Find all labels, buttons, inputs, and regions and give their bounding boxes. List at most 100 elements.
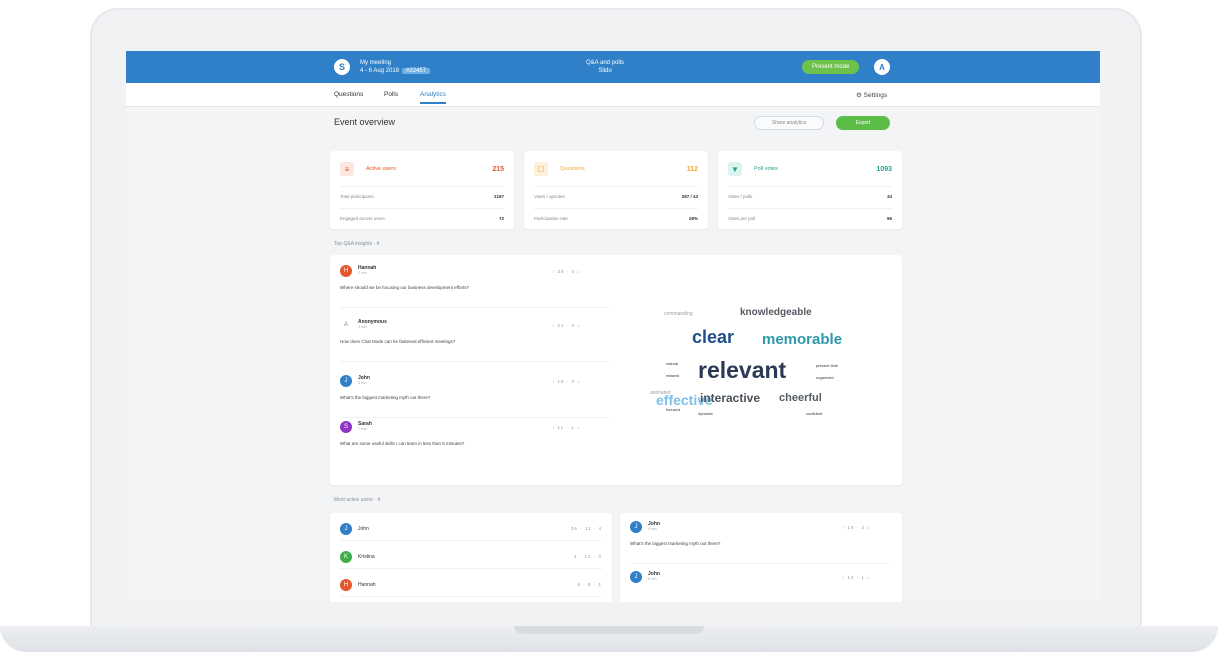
question-time: 6 min: [648, 577, 657, 581]
avatar: K: [340, 551, 352, 563]
divider: [340, 417, 610, 418]
word-cloud-term: clear: [692, 327, 735, 347]
card-total: 215: [492, 165, 504, 173]
word-cloud-term: confident: [806, 411, 823, 416]
question-stats: ↑ 21 · 4 ⌂: [552, 323, 581, 328]
event-name: My meeting: [360, 60, 392, 66]
card-title: Questions: [560, 166, 585, 172]
question-time: 4 min: [358, 325, 367, 329]
word-cloud-term: present time: [816, 363, 839, 368]
user-stats: 4 · 12 · 0: [573, 554, 602, 559]
question-stats: ↑ 18 · 2 ⌂: [552, 379, 581, 384]
word-cloud-term: memorable: [762, 331, 843, 348]
user-stats: 36 · 11 · 4: [570, 526, 602, 531]
tab-bar: Questions Polls Analytics ⚙ Settings: [126, 83, 1100, 107]
divider: [340, 307, 610, 308]
user-avatar[interactable]: A: [874, 59, 890, 75]
question-text: What are some useful skills I can learn …: [340, 441, 465, 446]
card-row-value: 34: [886, 194, 892, 199]
card-title: Active users: [366, 166, 396, 172]
word-cloud-term: commanding: [664, 311, 693, 317]
event-center-title: Q&A and polls Slido: [586, 59, 624, 75]
user-name: Hannah: [358, 582, 376, 588]
app-logo-icon[interactable]: S: [334, 59, 350, 75]
word-cloud-term: cheerful: [779, 392, 822, 404]
card-row-label: Votes / polls: [728, 194, 753, 199]
stat-card-poll-votes: ▼ Poll votes 1093 Votes / polls 34 Votes …: [718, 151, 902, 229]
list-item[interactable]: H Hannah 6 · 8 · 1: [340, 575, 602, 597]
list-item[interactable]: K Kristina 4 · 12 · 0: [340, 547, 602, 569]
word-cloud-term: dynamic: [698, 411, 713, 416]
word-cloud-term: animated: [650, 390, 671, 396]
avatar: J: [630, 571, 642, 583]
word-cloud-term: relaxed: [666, 373, 680, 378]
card-row-value: 72: [498, 216, 504, 221]
page-title: Event overview: [334, 117, 396, 127]
user-stats: 6 · 8 · 1: [577, 582, 602, 587]
stat-cards: ≡ Active users 215 Total participants 218…: [330, 151, 902, 229]
tab-analytics[interactable]: Analytics: [420, 91, 447, 104]
event-info[interactable]: My meeting 4 - 6 Aug 2018 #22457: [360, 59, 431, 75]
question-stats: ↑ 14 · 1 ⌂: [842, 575, 871, 580]
question-text: What's the biggest marketing myth out th…: [340, 395, 431, 400]
question-stats: ↑ 11 · 1 ⌂: [552, 425, 581, 430]
question-time: 5 min: [358, 381, 367, 385]
card-total: 1093: [876, 165, 892, 173]
stat-card-questions: ☐ Questions 112 Votes / upvotes 287 / 43 …: [524, 151, 708, 229]
center-title: Q&A and polls: [586, 60, 625, 66]
question-text: How does Chat Mode can be fastened effic…: [340, 339, 456, 344]
qa-insights-panel: H Hannah 2 min ↑ 38 · 4 ⌂ Where should w…: [330, 255, 902, 485]
share-analytics-button[interactable]: Share analytics: [754, 116, 824, 130]
avatar: H: [340, 265, 352, 277]
analytics-content: Event overview Share analytics Export ≡ …: [330, 107, 902, 602]
divider: [630, 563, 890, 564]
avatar: H: [340, 579, 352, 591]
question-text: Where should we be focusing our business…: [340, 285, 469, 290]
active-users-list: J John 36 · 11 · 4 K Kristina 4 · 12 · 0…: [330, 513, 612, 602]
present-mode-button[interactable]: Present mode: [802, 60, 860, 74]
anonymous-avatar: A: [340, 319, 352, 331]
tab-questions[interactable]: Questions: [334, 91, 363, 98]
export-button[interactable]: Export: [836, 116, 890, 130]
poll-icon: ▼: [728, 162, 742, 176]
word-cloud-term: knowledgeable: [740, 307, 812, 318]
settings-link[interactable]: ⚙ Settings: [856, 91, 887, 99]
active-users-panel: J John 36 · 11 · 4 K Kristina 4 · 12 · 0…: [330, 513, 902, 602]
questions-icon: ☐: [534, 162, 548, 176]
list-item[interactable]: J John 36 · 11 · 4: [340, 519, 602, 541]
event-code-badge: #22457: [402, 68, 431, 74]
tab-polls[interactable]: Polls: [384, 91, 398, 98]
card-row-value: 96: [886, 216, 892, 221]
card-row-value: 28%: [688, 216, 698, 221]
card-row-value: 287 / 43: [681, 194, 698, 199]
word-cloud-term: natural: [666, 361, 679, 366]
word-cloud-term: interactive: [700, 391, 761, 405]
word-cloud-term: organized: [816, 375, 834, 380]
avatar: J: [340, 375, 352, 387]
question-time: 2 min: [358, 271, 367, 275]
avatar: S: [340, 421, 352, 433]
word-cloud-term: relevant: [698, 357, 787, 383]
question-time: 5 min: [648, 527, 657, 531]
stat-card-active-users: ≡ Active users 215 Total participants 218…: [330, 151, 514, 229]
avatar: J: [630, 521, 642, 533]
question-stats: ↑ 38 · 4 ⌂: [552, 269, 581, 274]
card-total: 112: [686, 165, 698, 173]
qa-section-label: Top Q&A insights · 4: [334, 241, 380, 247]
laptop-notch: [514, 626, 704, 634]
card-row-label: Votes / upvotes: [534, 194, 565, 199]
top-bar: S My meeting 4 - 6 Aug 2018 #22457 Q&A an…: [126, 51, 1100, 83]
question-stats: ↑ 18 · 2 ⌂: [842, 525, 871, 530]
question-time: 7 min: [358, 427, 367, 431]
user-name: John: [358, 526, 369, 532]
overview-header: Event overview Share analytics Export: [330, 107, 902, 137]
app-screen: S My meeting 4 - 6 Aug 2018 #22457 Q&A an…: [126, 51, 1100, 602]
avatar: J: [340, 523, 352, 535]
event-dates: 4 - 6 Aug 2018: [360, 68, 400, 74]
user-questions-list: J John 5 min ↑ 18 · 2 ⌂ What's the bigge…: [620, 513, 902, 602]
user-name: Kristina: [358, 554, 375, 560]
card-row-value: 2187: [493, 194, 504, 199]
card-row-label: Engaged across users: [340, 216, 385, 221]
word-cloud-term: focused: [666, 407, 681, 412]
card-row-label: Participation rate: [534, 216, 568, 221]
